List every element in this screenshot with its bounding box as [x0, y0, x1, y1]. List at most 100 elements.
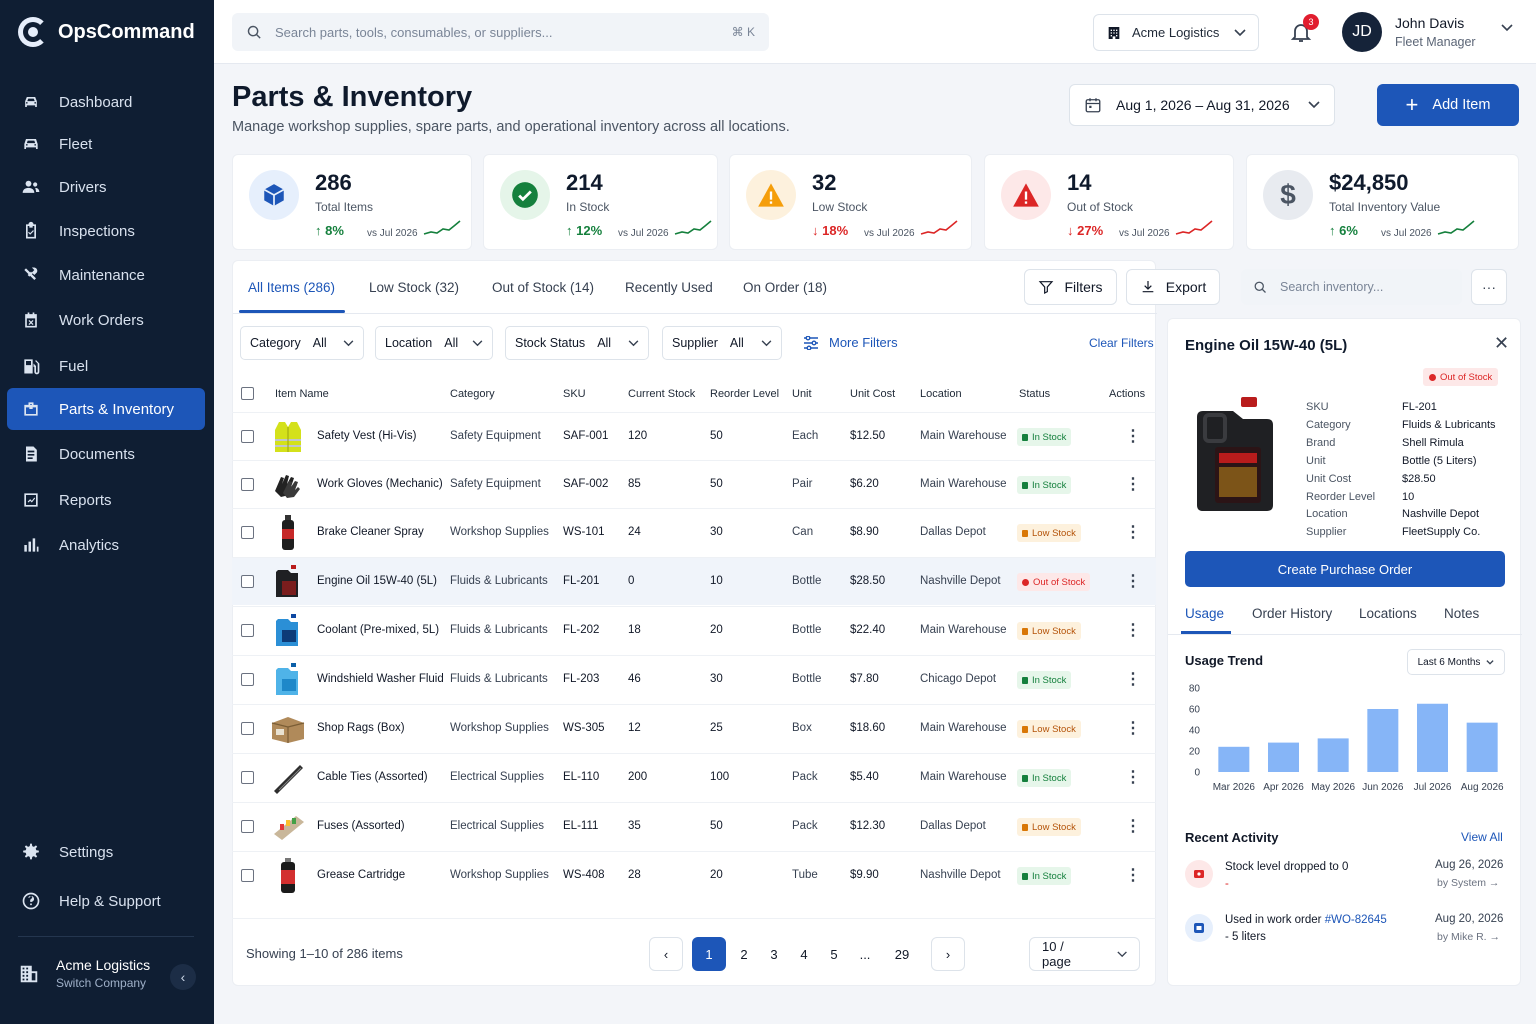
column-header-reorder-level[interactable]: Reorder Level	[710, 388, 779, 400]
detail-tab-order-history[interactable]: Order History	[1252, 606, 1332, 621]
tab-recently-used[interactable]: Recently Used	[625, 280, 713, 295]
usage-bar[interactable]	[1466, 722, 1498, 772]
row-actions-icon[interactable]: ⋮	[1125, 865, 1141, 885]
row-checkbox[interactable]	[241, 869, 254, 882]
sidebar-item-dashboard[interactable]: Dashboard	[7, 81, 205, 123]
sidebar-item-fleet[interactable]: Fleet	[7, 123, 205, 165]
item-name[interactable]: Grease Cartridge	[317, 869, 405, 881]
inventory-search-input[interactable]: Search inventory...	[1241, 269, 1462, 305]
collapse-sidebar-button[interactable]: ‹	[170, 964, 196, 990]
column-header-location[interactable]: Location	[920, 388, 962, 400]
detail-tab-locations[interactable]: Locations	[1359, 606, 1417, 621]
sidebar-item-settings[interactable]: Settings	[7, 831, 205, 873]
row-checkbox[interactable]	[241, 526, 254, 539]
column-header-current-stock[interactable]: Current Stock	[628, 388, 695, 400]
sidebar-item-reports[interactable]: Reports	[7, 479, 205, 521]
view-all-link[interactable]: View All	[1461, 830, 1503, 844]
close-icon[interactable]: ✕	[1494, 333, 1509, 354]
usage-bar[interactable]	[1417, 703, 1448, 772]
column-header-status[interactable]: Status	[1019, 388, 1050, 400]
chevron-down-icon[interactable]	[1501, 24, 1513, 32]
page-button-1[interactable]: 1	[692, 937, 726, 971]
page-size-select[interactable]: 10 / page	[1029, 937, 1140, 971]
column-header-category[interactable]: Category	[450, 388, 495, 400]
item-name[interactable]: Shop Rags (Box)	[317, 722, 405, 734]
page-button-29[interactable]: 29	[885, 937, 919, 971]
tab-low-stock[interactable]: Low Stock (32)	[369, 280, 459, 295]
clear-filters-link[interactable]: Clear Filters	[1089, 336, 1154, 350]
item-name[interactable]: Coolant (Pre-mixed, 5L)	[317, 624, 439, 636]
row-actions-icon[interactable]: ⋮	[1125, 718, 1141, 738]
export-button[interactable]: Export	[1126, 269, 1220, 305]
row-actions-icon[interactable]: ⋮	[1125, 522, 1141, 542]
create-purchase-order-button[interactable]: Create Purchase Order	[1185, 551, 1505, 587]
organization-select[interactable]: Acme Logistics	[1093, 14, 1259, 51]
sidebar-item-maintenance[interactable]: Maintenance	[7, 254, 205, 296]
row-checkbox[interactable]	[241, 430, 254, 443]
page-button-2[interactable]: 2	[727, 937, 761, 971]
date-range-picker[interactable]: Aug 1, 2026 – Aug 31, 2026	[1069, 84, 1335, 126]
usage-range-select[interactable]: Last 6 Months	[1407, 649, 1505, 675]
stock-status-filter[interactable]: Stock Status All	[505, 326, 649, 360]
more-options-button[interactable]: ···	[1471, 269, 1507, 305]
row-actions-icon[interactable]: ⋮	[1125, 620, 1141, 640]
sidebar-item-drivers[interactable]: Drivers	[7, 166, 205, 208]
item-name[interactable]: Cable Ties (Assorted)	[317, 771, 428, 783]
item-name[interactable]: Work Gloves (Mechanic)	[317, 478, 443, 490]
sidebar-item-help-support[interactable]: Help & Support	[7, 880, 205, 922]
work-order-link[interactable]: #WO-82645	[1325, 914, 1387, 926]
detail-tab-usage[interactable]: Usage	[1185, 606, 1224, 621]
item-name[interactable]: Fuses (Assorted)	[317, 820, 405, 832]
sidebar-item-parts-inventory[interactable]: Parts & Inventory	[7, 388, 205, 430]
company-switcher[interactable]: Acme Logistics Switch Company	[18, 957, 150, 990]
item-name[interactable]: Brake Cleaner Spray	[317, 526, 424, 538]
item-name[interactable]: Engine Oil 15W-40 (5L)	[317, 575, 437, 587]
category-filter[interactable]: Category All	[240, 326, 364, 360]
item-name[interactable]: Windshield Washer Fluid	[317, 673, 444, 685]
page-button-5[interactable]: 5	[817, 937, 851, 971]
user-name[interactable]: John Davis	[1395, 15, 1464, 31]
row-checkbox[interactable]	[241, 722, 254, 735]
row-checkbox[interactable]	[241, 575, 254, 588]
row-checkbox[interactable]	[241, 673, 254, 686]
tab-on-order[interactable]: On Order (18)	[743, 280, 827, 295]
sidebar-item-documents[interactable]: Documents	[7, 433, 205, 475]
table-row[interactable]: Grease Cartridge Workshop Supplies WS-408 2…	[232, 851, 1156, 899]
table-row[interactable]: Safety Vest (Hi-Vis) Safety Equipment SAF-…	[232, 412, 1156, 460]
row-actions-icon[interactable]: ⋮	[1125, 474, 1141, 494]
filters-button[interactable]: Filters	[1024, 269, 1117, 305]
row-actions-icon[interactable]: ⋮	[1125, 426, 1141, 446]
table-row[interactable]: Fuses (Assorted) Electrical Supplies EL-11…	[232, 802, 1156, 850]
table-row[interactable]: Work Gloves (Mechanic) Safety Equipment SA…	[232, 460, 1156, 508]
row-checkbox[interactable]	[241, 478, 254, 491]
more-filters-button[interactable]: More Filters	[803, 335, 898, 350]
row-checkbox[interactable]	[241, 771, 254, 784]
location-filter[interactable]: Location All	[375, 326, 493, 360]
item-name[interactable]: Safety Vest (Hi-Vis)	[317, 430, 417, 442]
supplier-filter[interactable]: Supplier All	[662, 326, 782, 360]
column-header-unit-cost[interactable]: Unit Cost	[850, 388, 895, 400]
usage-bar[interactable]	[1317, 738, 1349, 772]
sidebar-item-analytics[interactable]: Analytics	[7, 524, 205, 566]
select-all-checkbox[interactable]	[241, 387, 254, 400]
row-actions-icon[interactable]: ⋮	[1125, 669, 1141, 689]
prev-page-button[interactable]: ‹	[649, 937, 683, 971]
detail-tab-notes[interactable]: Notes	[1444, 606, 1479, 621]
avatar[interactable]: JD	[1342, 12, 1382, 52]
row-actions-icon[interactable]: ⋮	[1125, 767, 1141, 787]
usage-bar[interactable]	[1218, 746, 1250, 772]
page-button-3[interactable]: 3	[757, 937, 791, 971]
sidebar-item-fuel[interactable]: Fuel	[7, 345, 205, 387]
next-page-button[interactable]: ›	[931, 937, 965, 971]
row-actions-icon[interactable]: ⋮	[1125, 571, 1141, 591]
column-header-unit[interactable]: Unit	[792, 388, 812, 400]
global-search-input[interactable]: Search parts, tools, consumables, or sup…	[232, 13, 769, 51]
column-header-sku[interactable]: SKU	[563, 388, 586, 400]
table-row[interactable]: Brake Cleaner Spray Workshop Supplies WS-1…	[232, 508, 1156, 556]
table-row[interactable]: Coolant (Pre-mixed, 5L) Fluids & Lubrican…	[232, 606, 1156, 654]
table-row[interactable]: Cable Ties (Assorted) Electrical Supplies…	[232, 753, 1156, 801]
sidebar-item-work-orders[interactable]: Work Orders	[7, 299, 205, 341]
row-checkbox[interactable]	[241, 820, 254, 833]
sidebar-item-inspections[interactable]: Inspections	[7, 210, 205, 252]
table-row[interactable]: Shop Rags (Box) Workshop Supplies WS-305 12…	[232, 704, 1156, 752]
